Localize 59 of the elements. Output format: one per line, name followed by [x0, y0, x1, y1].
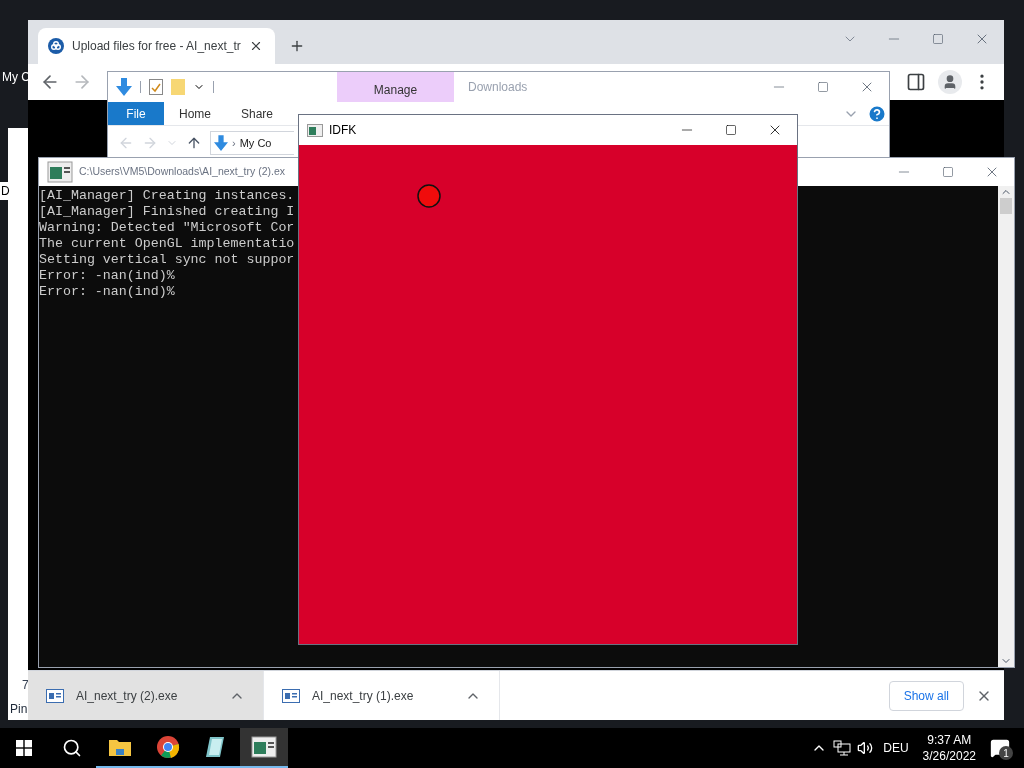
chrome-icon: [156, 735, 180, 759]
address-bar[interactable]: › My Co: [210, 131, 294, 155]
side-window-text: 7: [22, 677, 29, 694]
start-icon[interactable]: [16, 740, 32, 756]
desktop-icon-label[interactable]: D: [0, 182, 11, 200]
console-line: Error: -nan(ind)%: [39, 268, 175, 284]
volume-icon[interactable]: [857, 740, 874, 756]
window-app-icon: [46, 688, 64, 703]
clock[interactable]: 9:37 AM 3/26/2022: [922, 732, 976, 764]
profile-avatar[interactable]: [938, 70, 962, 94]
new-tab-icon[interactable]: [289, 38, 305, 54]
language-indicator[interactable]: DEU: [883, 739, 909, 757]
window-app-icon: [307, 123, 323, 137]
window-title: C:\Users\VM5\Downloads\AI_next_try (2).ex: [79, 164, 285, 180]
up-icon[interactable]: [186, 135, 202, 151]
side-window-text: Pin: [10, 701, 28, 718]
maximize-icon[interactable]: [942, 166, 954, 178]
folder-icon: [108, 737, 132, 757]
download-item[interactable]: AI_next_try (2).exe: [28, 671, 264, 720]
window-app-icon: [282, 688, 300, 703]
maximize-icon[interactable]: [725, 124, 737, 136]
network-icon[interactable]: [833, 740, 852, 756]
console-line: Setting vertical sync not suppor: [39, 252, 295, 268]
download-file-name: AI_next_try (1).exe: [312, 687, 415, 705]
breadcrumb-separator: ›: [232, 135, 236, 151]
properties-icon[interactable]: [149, 79, 163, 95]
show-all-button[interactable]: Show all: [888, 680, 964, 711]
scroll-thumb[interactable]: [1000, 198, 1012, 214]
ball: [417, 184, 441, 208]
window-title: IDFK: [329, 122, 358, 139]
maximize-icon[interactable]: [817, 81, 829, 93]
console-line: [AI_Manager] Creating instances.: [39, 188, 295, 204]
browser-tab[interactable]: Upload files for free - AI_next_tr: [38, 28, 275, 64]
context-tab-label: Manage: [373, 82, 418, 99]
help-icon[interactable]: [867, 103, 887, 124]
ribbon-tab[interactable]: File: [108, 102, 164, 125]
search-icon[interactable]: [62, 738, 82, 758]
taskbar-app[interactable]: [240, 728, 288, 768]
notification-count: 1: [999, 746, 1013, 760]
window-app-icon: [251, 736, 277, 758]
console-line: The current OpenGL implementatio: [39, 236, 295, 252]
tab-title: Upload files for free - AI_next_tr: [72, 38, 241, 55]
breadcrumb: My Co: [239, 135, 272, 151]
window-app-icon: [47, 161, 73, 183]
console-line: Warning: Detected "Microsoft Cor: [39, 220, 295, 236]
cloud-icon: [48, 38, 64, 54]
download-arrow-icon: [116, 78, 132, 96]
window-title: Downloads: [468, 79, 529, 96]
maximize-icon[interactable]: [932, 33, 944, 45]
download-arrow-icon: [214, 135, 228, 151]
ribbon-tab[interactable]: Home: [164, 102, 226, 125]
ribbon-tab[interactable]: Share: [226, 102, 289, 125]
console-line: [AI_Manager] Finished creating I: [39, 204, 295, 220]
time: 9:37 AM: [927, 732, 972, 748]
date: 3/26/2022: [922, 748, 976, 764]
console-line: Error: -nan(ind)%: [39, 284, 175, 300]
scrollbar[interactable]: [998, 186, 1014, 667]
download-file-name: AI_next_try (2).exe: [76, 687, 179, 705]
side-panel-icon[interactable]: [906, 72, 926, 92]
